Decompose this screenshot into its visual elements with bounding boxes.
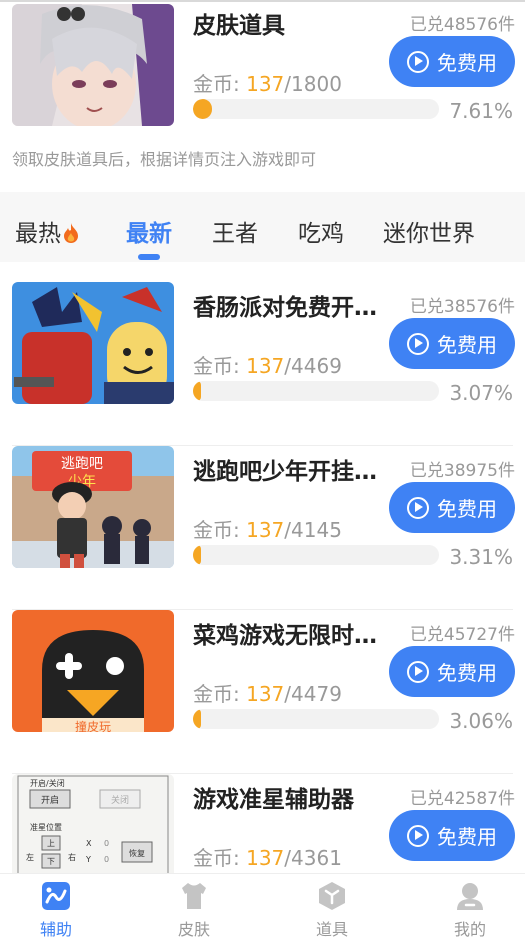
list-item[interactable]: 逃跑吧 少年 逃跑吧少年开挂… 已兑38975件 免费用 金币: 137/414…	[0, 446, 525, 610]
play-icon	[407, 660, 429, 683]
item-sold-count: 已兑38576件	[409, 297, 515, 317]
play-icon	[407, 50, 429, 73]
item-title: 游戏准星辅助器	[193, 787, 354, 813]
play-icon	[407, 824, 429, 847]
item-percent: 3.31%	[449, 545, 513, 569]
button-label: 免费用	[437, 661, 497, 685]
thumbnail-text: 下	[47, 857, 55, 866]
tab-honor-of-kings[interactable]: 王者	[212, 214, 258, 248]
tab-hot[interactable]: 最热	[15, 214, 79, 248]
thumbnail-text: 关闭	[111, 794, 129, 806]
thumbnail-text: 撞皮玩	[75, 719, 111, 732]
play-icon	[407, 332, 429, 355]
nav-label: 道具	[315, 920, 348, 939]
thumbnail-text: 0	[104, 839, 109, 848]
free-use-button[interactable]: 免费用	[389, 482, 515, 533]
item-title: 香肠派对免费开…	[193, 295, 377, 321]
user-icon	[457, 883, 483, 910]
button-label: 免费用	[437, 333, 497, 357]
thumbnail-text: 右	[68, 852, 76, 862]
item-progress-bar	[193, 381, 439, 401]
item-progress-bar	[193, 545, 439, 565]
thumbnail-text: 恢复	[129, 848, 145, 858]
bottom-navigation: 辅助 皮肤 道具 我的	[0, 873, 525, 944]
free-use-button[interactable]: 免费用	[389, 318, 515, 369]
item-coins: 金币: 137/4479	[193, 682, 342, 706]
tab-mini-world[interactable]: 迷你世界	[383, 214, 475, 248]
item-progress-bar	[193, 709, 439, 729]
item-sold-count: 已兑38975件	[409, 461, 515, 481]
item-thumbnail	[12, 282, 174, 404]
thumbnail-text: 准星位置	[30, 822, 62, 832]
progress-fill	[193, 381, 201, 401]
list-item[interactable]: 香肠派对免费开… 已兑38576件 免费用 金币: 137/4469 3.07%	[0, 282, 525, 446]
free-use-button[interactable]: 免费用	[389, 646, 515, 697]
free-use-button[interactable]: 免费用	[389, 810, 515, 861]
item-title: 逃跑吧少年开挂…	[193, 459, 377, 485]
progress-fill	[193, 99, 212, 119]
item-coins: 金币: 137/4361	[193, 846, 342, 870]
list-item[interactable]: 撞皮玩 菜鸡游戏无限时… 已兑45727件 免费用 金币: 137/4479 3…	[0, 610, 525, 774]
nav-props[interactable]: 道具	[292, 880, 372, 940]
nav-label: 我的	[453, 920, 486, 939]
tshirt-icon	[182, 883, 206, 909]
tab-newest[interactable]: 最新	[126, 214, 172, 248]
thumbnail-text: Y	[85, 855, 91, 864]
featured-sold-count: 已兑48576件	[409, 15, 515, 35]
button-label: 免费用	[437, 497, 497, 521]
play-icon	[407, 496, 429, 519]
progress-fill	[193, 545, 202, 565]
item-percent: 3.06%	[449, 709, 513, 733]
button-label: 免费用	[437, 51, 497, 75]
assist-icon	[42, 882, 70, 910]
thumbnail-text: 开启	[41, 794, 59, 806]
featured-progress-bar	[193, 99, 439, 119]
tab-pubg[interactable]: 吃鸡	[298, 214, 344, 248]
item-coins: 金币: 137/4469	[193, 354, 342, 378]
featured-free-use-button[interactable]: 免费用	[389, 36, 515, 87]
featured-thumbnail	[12, 4, 174, 126]
flame-icon	[64, 223, 78, 243]
nav-label: 皮肤	[177, 920, 210, 939]
button-label: 免费用	[437, 825, 497, 849]
notice-text: 领取皮肤道具后，根据详情页注入游戏即可	[12, 150, 317, 169]
item-coins: 金币: 137/4145	[193, 518, 342, 542]
item-thumbnail: 逃跑吧 少年	[12, 446, 174, 568]
featured-percent: 7.61%	[449, 99, 513, 123]
featured-coins: 金币: 137/1800	[193, 72, 342, 96]
item-sold-count: 已兑45727件	[409, 625, 515, 645]
nav-mine[interactable]: 我的	[430, 880, 510, 940]
thumbnail-text: 0	[104, 855, 109, 864]
thumbnail-text: X	[86, 839, 92, 848]
progress-fill	[193, 709, 201, 729]
thumbnail-text: 逃跑吧	[61, 456, 103, 472]
item-thumbnail: 撞皮玩	[12, 610, 174, 732]
featured-item[interactable]: 皮肤道具 已兑48576件 免费用 金币: 137/1800 7.61%	[0, 0, 525, 164]
nav-assist[interactable]: 辅助	[16, 880, 96, 940]
thumbnail-text: 开启/关闭	[30, 778, 65, 788]
nav-label: 辅助	[39, 920, 72, 939]
featured-title: 皮肤道具	[193, 13, 285, 39]
item-thumbnail: 开启/关闭 开启 关闭 准星位置 上 左 右 下 X Y 0 0 恢复	[12, 774, 174, 873]
item-sold-count: 已兑42587件	[409, 789, 515, 809]
thumbnail-text: 左	[26, 852, 34, 862]
nav-skins[interactable]: 皮肤	[154, 880, 234, 940]
box-icon	[319, 882, 345, 910]
item-percent: 3.07%	[449, 381, 513, 405]
thumbnail-text: 上	[47, 839, 55, 848]
tab-active-indicator	[138, 254, 160, 260]
item-title: 菜鸡游戏无限时…	[193, 623, 377, 649]
